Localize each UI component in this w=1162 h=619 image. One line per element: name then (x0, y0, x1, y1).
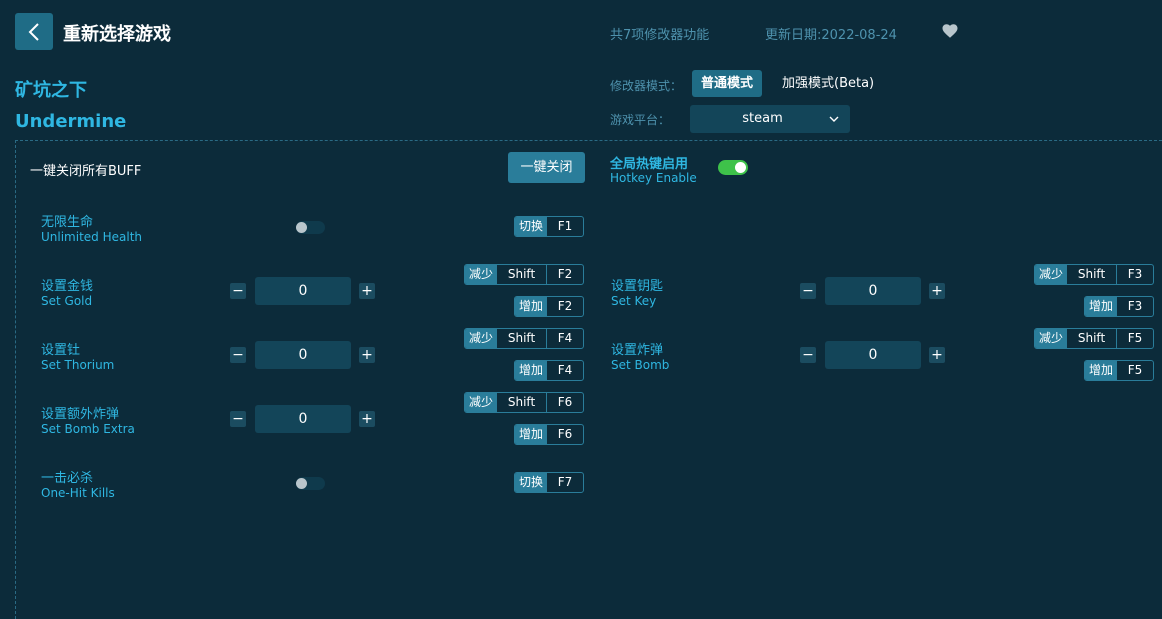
option-label-en: Unlimited Health (41, 230, 143, 244)
gold-increase-hotkey[interactable]: 增加 F2 (514, 296, 585, 317)
update-date: 更新日期:2022-08-24 (765, 28, 897, 43)
key-plus-button[interactable]: + (929, 283, 945, 299)
bomb-minus-button[interactable]: − (800, 347, 816, 363)
thorium-increase-hotkey[interactable]: 增加 F4 (514, 360, 585, 381)
chevron-down-icon (829, 116, 839, 122)
key-minus-button[interactable]: − (800, 283, 816, 299)
key-input[interactable] (825, 277, 921, 305)
bomb-extra-decrease-hotkey[interactable]: 减少 Shift F6 (464, 392, 585, 413)
bomb-input[interactable] (825, 341, 921, 369)
option-label-en: Set Thorium (41, 358, 115, 372)
option-label-en: Set Key (611, 294, 657, 308)
hotkey-label-en: Hotkey Enable (610, 171, 697, 185)
gold-plus-button[interactable]: + (359, 283, 375, 299)
key-decrease-hotkey[interactable]: 减少 Shift F3 (1034, 264, 1155, 285)
option-label-cn: 设置钥匙 (611, 279, 664, 294)
hotkey-enable-toggle[interactable] (718, 160, 748, 175)
platform-select[interactable]: steam (690, 105, 850, 133)
options-panel (15, 140, 1162, 619)
bomb-extra-input[interactable] (255, 405, 351, 433)
one-hit-kills-toggle[interactable] (296, 477, 325, 490)
bomb-extra-increase-hotkey[interactable]: 增加 F6 (514, 424, 585, 445)
option-label-cn: 设置金钱 (41, 279, 94, 294)
option-label-cn: 设置额外炸弹 (41, 407, 120, 422)
option-label-en: Set Bomb Extra (41, 422, 135, 436)
gold-minus-button[interactable]: − (230, 283, 246, 299)
option-label-cn: 设置钍 (41, 343, 81, 358)
game-name-en: Undermine (15, 111, 127, 132)
key-increase-hotkey[interactable]: 增加 F3 (1084, 296, 1155, 317)
one-hit-kills-hotkey[interactable]: 切换 F7 (514, 472, 585, 493)
bomb-extra-minus-button[interactable]: − (230, 411, 246, 427)
bomb-extra-plus-button[interactable]: + (359, 411, 375, 427)
option-label-en: Set Bomb (611, 358, 670, 372)
thorium-decrease-hotkey[interactable]: 减少 Shift F4 (464, 328, 585, 349)
mode-label: 修改器模式： (610, 79, 683, 93)
thorium-plus-button[interactable]: + (359, 347, 375, 363)
heart-icon[interactable] (941, 22, 959, 40)
thorium-minus-button[interactable]: − (230, 347, 246, 363)
platform-label: 游戏平台： (610, 113, 671, 127)
option-label-en: One-Hit Kills (41, 486, 115, 500)
option-label-en: Set Gold (41, 294, 93, 308)
game-name-cn: 矿坑之下 (15, 80, 87, 101)
close-all-buff-button[interactable]: 一键关闭 (508, 152, 585, 183)
bomb-decrease-hotkey[interactable]: 减少 Shift F5 (1034, 328, 1155, 349)
option-label-cn: 一击必杀 (41, 471, 94, 486)
enhanced-mode-button[interactable]: 加强模式(Beta) (773, 70, 883, 97)
unlimited-health-toggle[interactable] (296, 221, 325, 234)
page-title: 重新选择游戏 (63, 24, 171, 45)
hotkey-label-cn: 全局热键启用 (610, 157, 689, 172)
option-label-cn: 无限生命 (41, 215, 94, 230)
bomb-plus-button[interactable]: + (929, 347, 945, 363)
feature-count: 共7项修改器功能 (610, 28, 710, 43)
thorium-input[interactable] (255, 341, 351, 369)
chevron-left-icon (28, 22, 39, 41)
back-button[interactable] (15, 13, 53, 50)
bomb-increase-hotkey[interactable]: 增加 F5 (1084, 360, 1155, 381)
option-label-cn: 设置炸弹 (611, 343, 664, 358)
unlimited-health-hotkey[interactable]: 切换 F1 (514, 216, 585, 237)
platform-value: steam (742, 111, 783, 126)
normal-mode-button[interactable]: 普通模式 (692, 70, 763, 97)
gold-decrease-hotkey[interactable]: 减少 Shift F2 (464, 264, 585, 285)
gold-input[interactable] (255, 277, 351, 305)
buff-label: 一键关闭所有BUFF (30, 164, 142, 179)
